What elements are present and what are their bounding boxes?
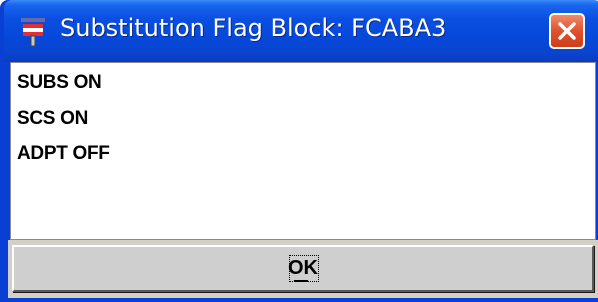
window-title: Substitution Flag Block: FCABA3	[60, 14, 447, 42]
flag-line-adpt: ADPT OFF	[17, 143, 110, 164]
mnemonic-underline	[294, 280, 308, 282]
flag-line-subs: SUBS ON	[17, 72, 102, 93]
flag-line-scs: SCS ON	[17, 108, 89, 129]
app-icon	[21, 18, 45, 47]
title-bar[interactable]: Substitution Flag Block: FCABA3	[4, 0, 598, 62]
button-bar: OK	[8, 240, 598, 298]
message-area: SUBS ON SCS ON ADPT OFF	[10, 62, 596, 240]
ok-button[interactable]: OK	[12, 245, 594, 292]
dialog-window: Substitution Flag Block: FCABA3 SUBS ON …	[0, 0, 598, 302]
close-button[interactable]	[549, 13, 585, 49]
close-icon	[558, 22, 576, 40]
ok-button-label: OK	[288, 257, 318, 279]
